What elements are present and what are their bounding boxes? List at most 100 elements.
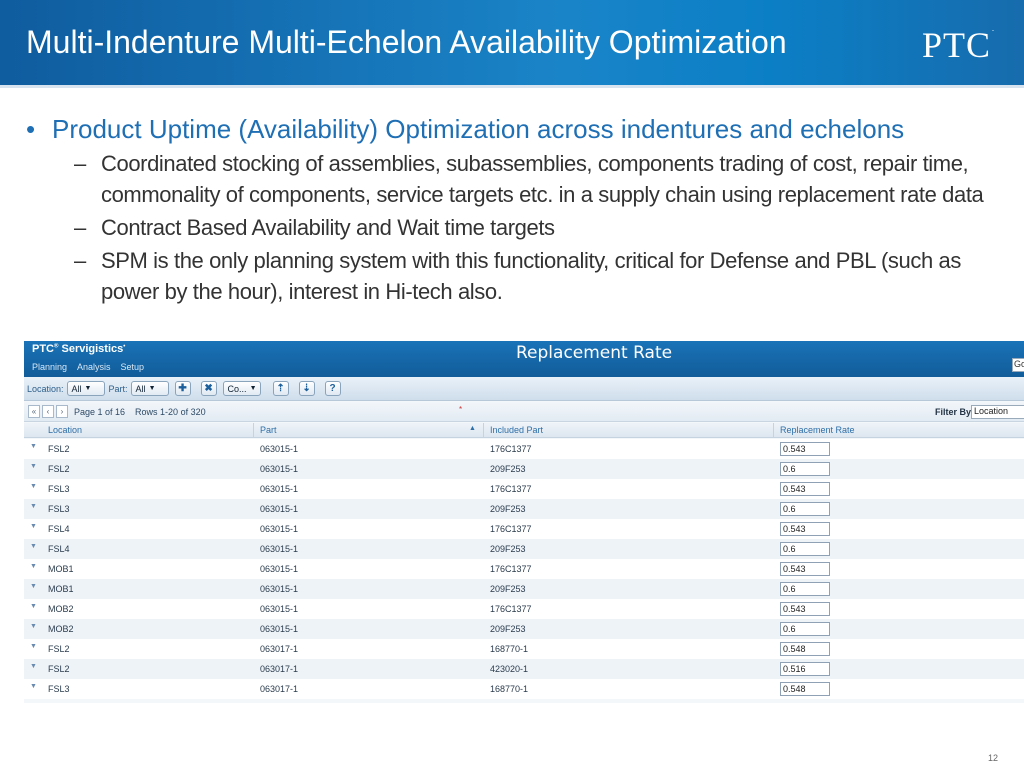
expand-icon[interactable]: ▼ xyxy=(30,623,37,630)
cell-location: FSL4 xyxy=(48,544,70,554)
cell-included-part: 176C1377 xyxy=(490,604,532,614)
expand-icon[interactable]: ▼ xyxy=(30,443,37,450)
column-header-replacement-rate[interactable]: Replacement Rate xyxy=(780,425,855,435)
part-select-value: All xyxy=(135,383,146,394)
app-brand: PTC® Servigistics• xyxy=(32,343,125,355)
part-label: Part: xyxy=(108,383,128,394)
cell-included-part: 176C1377 xyxy=(490,564,532,574)
table-row[interactable]: ▼ MOB2 063015-1 176C1377 0.543 xyxy=(24,599,1024,619)
cell-location: MOB2 xyxy=(48,604,74,614)
table-row[interactable]: ▼ FSL2 063015-1 176C1377 0.543 xyxy=(24,439,1024,459)
filter-select[interactable]: Location xyxy=(971,405,1024,419)
expand-icon[interactable]: ▼ xyxy=(30,643,37,650)
part-select[interactable]: All ▼ xyxy=(130,381,169,396)
table-row[interactable]: ▼ FSL3 063015-1 209F253 0.6 xyxy=(24,499,1024,519)
menu-planning[interactable]: Planning xyxy=(32,362,67,372)
column-header-part[interactable]: Part xyxy=(260,425,277,435)
replacement-rate-input[interactable]: 0.548 xyxy=(780,682,830,696)
table-row[interactable]: ▼ FSL3 063017-1 168770-1 0.548 xyxy=(24,679,1024,699)
replacement-rate-input[interactable]: 0.543 xyxy=(780,522,830,536)
expand-icon[interactable]: ▼ xyxy=(30,503,37,510)
rows-info: Rows 1-20 of 320 xyxy=(135,406,206,417)
bullet-dot: • xyxy=(26,114,36,144)
expand-icon[interactable]: ▼ xyxy=(30,483,37,490)
next-page-button[interactable]: › xyxy=(56,405,68,418)
grid-body: ▼ FSL2 063015-1 176C1377 0.543 ▼ FSL2 063015-1 2… xyxy=(24,439,1024,699)
top-search-input[interactable]: Go xyxy=(1012,358,1024,372)
slide-header: Multi-Indenture Multi-Echelon Availabili… xyxy=(0,0,1024,88)
menu-setup[interactable]: Setup xyxy=(121,362,145,372)
column-divider xyxy=(483,423,484,438)
table-row[interactable]: ▼ FSL4 063015-1 176C1377 0.543 xyxy=(24,519,1024,539)
replacement-rate-input[interactable]: 0.6 xyxy=(780,622,830,636)
table-row[interactable]: ▼ FSL4 063015-1 209F253 0.6 xyxy=(24,539,1024,559)
cell-part: 063015-1 xyxy=(260,464,299,474)
cell-location: MOB2 xyxy=(48,624,74,634)
expand-icon[interactable]: ▼ xyxy=(30,683,37,690)
replacement-rate-input[interactable]: 0.543 xyxy=(780,562,830,576)
help-icon: ? xyxy=(329,383,336,394)
replacement-rate-input[interactable]: 0.543 xyxy=(780,482,830,496)
replacement-rate-input[interactable]: 0.6 xyxy=(780,502,830,516)
replacement-rate-input[interactable]: 0.6 xyxy=(780,542,830,556)
expand-icon[interactable]: ▼ xyxy=(30,583,37,590)
cell-part: 063017-1 xyxy=(260,664,299,674)
location-select[interactable]: All ▼ xyxy=(66,381,105,396)
sub-bullet: – Contract Based Availability and Wait t… xyxy=(74,212,1016,243)
cell-location: FSL3 xyxy=(48,504,70,514)
menu-analysis[interactable]: Analysis xyxy=(77,362,111,372)
columns-select[interactable]: Co... ▼ xyxy=(222,381,261,396)
cell-included-part: 209F253 xyxy=(490,624,526,634)
replacement-rate-input[interactable]: 0.516 xyxy=(780,662,830,676)
table-row[interactable]: ▼ FSL3 063015-1 176C1377 0.543 xyxy=(24,479,1024,499)
bullet-dash: – xyxy=(74,215,86,240)
cell-included-part: 168770-1 xyxy=(490,684,529,694)
replacement-rate-input[interactable]: 0.548 xyxy=(780,642,830,656)
replacement-rate-input[interactable]: 0.543 xyxy=(780,602,830,616)
replacement-rate-input[interactable]: 0.543 xyxy=(780,442,830,456)
import-button[interactable]: ⇡ xyxy=(272,381,289,396)
expand-icon[interactable]: ▼ xyxy=(30,563,37,570)
first-page-button[interactable]: « xyxy=(28,405,40,418)
table-row[interactable]: ▼ FSL2 063017-1 168770-1 0.548 xyxy=(24,639,1024,659)
table-row[interactable]: ▼ FSL2 063015-1 209F253 0.6 xyxy=(24,459,1024,479)
expand-icon[interactable]: ▼ xyxy=(30,463,37,470)
toolbar: Location: All ▼ Part: All ▼ ✚ ✖ Co... ▼ ⇡ ⇣… xyxy=(24,377,1024,401)
table-row[interactable]: ▼ FSL2 063017-1 423020-1 0.516 xyxy=(24,659,1024,679)
cell-included-part: 209F253 xyxy=(490,464,526,474)
export-button[interactable]: ⇣ xyxy=(298,381,315,396)
grid-header: Location Part ▲ Included Part Replacemen… xyxy=(24,423,1024,438)
cell-included-part: 423020-1 xyxy=(490,664,529,674)
table-row[interactable]: ▼ MOB1 063015-1 209F253 0.6 xyxy=(24,579,1024,599)
expand-icon[interactable]: ▼ xyxy=(30,543,37,550)
delete-button[interactable]: ✖ xyxy=(200,381,217,396)
sub-bullet-text: Contract Based Availability and Wait tim… xyxy=(101,215,555,240)
add-button[interactable]: ✚ xyxy=(174,381,191,396)
table-row[interactable]: ▼ MOB2 063015-1 209F253 0.6 xyxy=(24,619,1024,639)
cell-included-part: 209F253 xyxy=(490,584,526,594)
expand-icon[interactable]: ▼ xyxy=(30,523,37,530)
cell-part: 063015-1 xyxy=(260,484,299,494)
expand-icon[interactable]: ▼ xyxy=(30,603,37,610)
expand-icon[interactable]: ▼ xyxy=(30,663,37,670)
columns-select-value: Co... xyxy=(227,383,247,394)
location-select-value: All xyxy=(71,383,82,394)
app-menu: Planning Analysis Setup xyxy=(32,362,144,372)
replacement-rate-input[interactable]: 0.6 xyxy=(780,582,830,596)
cell-part: 063015-1 xyxy=(260,444,299,454)
column-divider xyxy=(773,423,774,438)
column-header-included-part[interactable]: Included Part xyxy=(490,425,543,435)
prev-page-button[interactable]: ‹ xyxy=(42,405,54,418)
cell-included-part: 209F253 xyxy=(490,504,526,514)
column-header-location[interactable]: Location xyxy=(48,425,82,435)
x-icon: ✖ xyxy=(204,383,213,394)
replacement-rate-input[interactable]: 0.6 xyxy=(780,462,830,476)
brand-mark: • xyxy=(123,343,126,350)
sort-asc-icon[interactable]: ▲ xyxy=(469,425,476,432)
cell-part: 063017-1 xyxy=(260,684,299,694)
sub-bullet-text: SPM is the only planning system with thi… xyxy=(101,248,961,304)
cell-location: FSL4 xyxy=(48,524,70,534)
table-row[interactable]: ▼ MOB1 063015-1 176C1377 0.543 xyxy=(24,559,1024,579)
help-button[interactable]: ? xyxy=(324,381,341,396)
first-page-icon: « xyxy=(31,407,37,416)
